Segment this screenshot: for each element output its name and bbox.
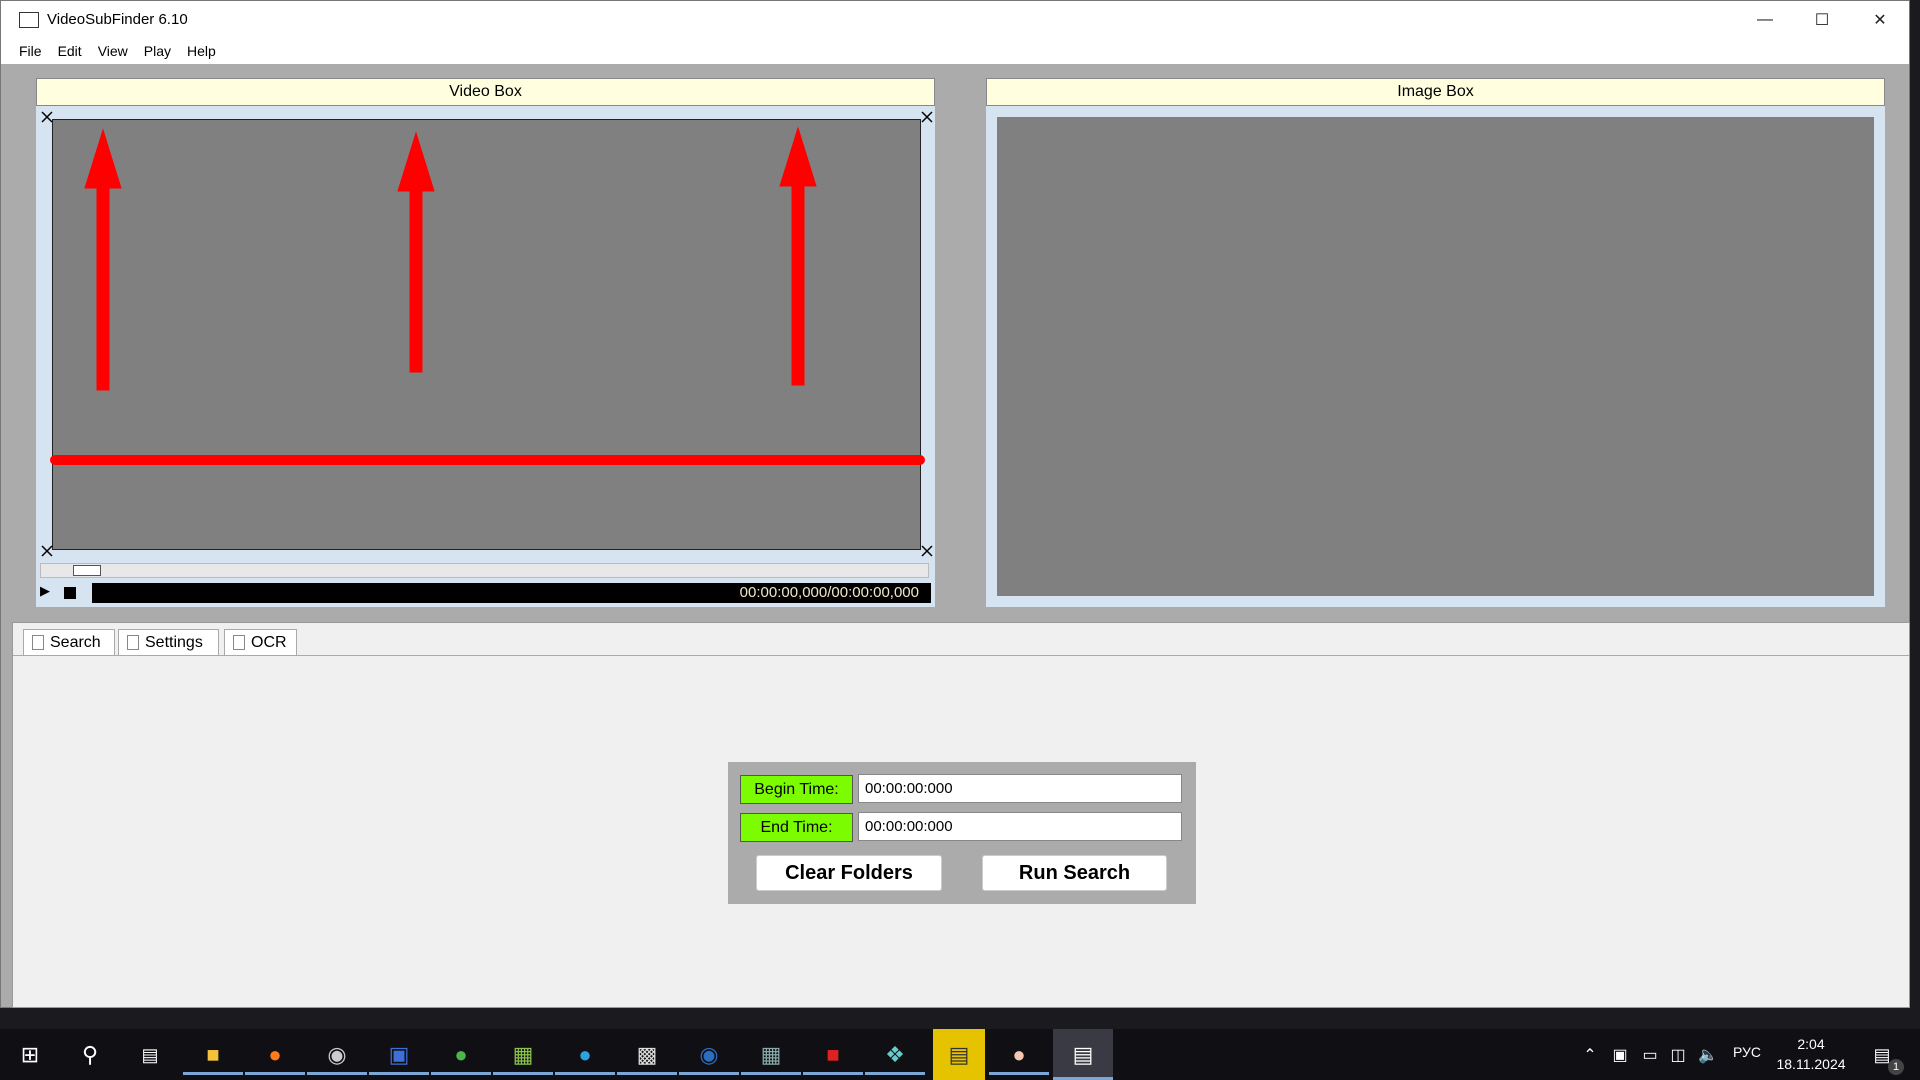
videosubfinder-taskbar-icon[interactable]: ▤: [1053, 1029, 1113, 1080]
language-indicator[interactable]: РУС: [1733, 1044, 1761, 1060]
image-display: [997, 117, 1874, 596]
title-bar: VideoSubFinder 6.10 — ☐ ✕: [1, 1, 1909, 38]
steam-icon[interactable]: ◉: [679, 1035, 739, 1075]
notification-icon[interactable]: ▤ 1: [1862, 1035, 1904, 1075]
document-icon: [127, 635, 139, 650]
video-scrollbar[interactable]: [40, 563, 929, 578]
app-icon[interactable]: ▣: [369, 1035, 429, 1075]
close-button[interactable]: ✕: [1851, 1, 1909, 38]
notepad-icon[interactable]: ▦: [493, 1035, 553, 1075]
menu-edit[interactable]: Edit: [50, 43, 90, 59]
red-arrow: [397, 131, 435, 192]
document-icon: [32, 635, 44, 650]
document-icon: [233, 635, 245, 650]
telegram-icon[interactable]: ●: [555, 1035, 615, 1075]
tab-label: Search: [50, 633, 101, 651]
red-arrow-shaft: [96, 185, 110, 391]
tab-panel: Search Settings OCR Begin Time: End Time…: [12, 622, 1910, 1008]
utorrent-icon[interactable]: ●: [431, 1035, 491, 1075]
taskbar: ⊞ ⚲ ▤ ■ ● ◉ ▣ ● ▦ ● ▩ ◉ ▦ ■ ❖ ▤ ● ▤ ⌃ ▣ …: [0, 1029, 1920, 1080]
red-arrow-shaft: [791, 183, 805, 386]
tab-ocr[interactable]: OCR: [224, 629, 297, 655]
app-window: VideoSubFinder 6.10 — ☐ ✕ File Edit View…: [0, 0, 1910, 1008]
firefox-icon[interactable]: ●: [245, 1035, 305, 1075]
menu-play[interactable]: Play: [136, 43, 179, 59]
search-form: Begin Time: End Time: Clear Folders Run …: [728, 762, 1196, 904]
tab-label: Settings: [145, 633, 203, 651]
obs-icon[interactable]: ◉: [307, 1035, 367, 1075]
tab-settings[interactable]: Settings: [118, 629, 219, 655]
menu-help[interactable]: Help: [179, 43, 224, 59]
image-box: [986, 106, 1885, 607]
annotation-overlay: [41, 111, 933, 557]
minimize-button[interactable]: —: [1736, 1, 1794, 38]
begin-time-label: Begin Time:: [740, 775, 853, 804]
scroll-thumb[interactable]: [73, 565, 101, 576]
video-box-header: Video Box: [36, 78, 935, 106]
volume-icon[interactable]: 🔈: [1688, 1035, 1728, 1075]
terminal-icon[interactable]: ▩: [617, 1035, 677, 1075]
red-arrow: [84, 128, 122, 189]
red-arrow-shaft: [409, 188, 423, 373]
task-view-icon[interactable]: ▤: [130, 1035, 170, 1075]
window-title: VideoSubFinder 6.10: [47, 11, 188, 28]
run-search-button[interactable]: Run Search: [982, 855, 1167, 891]
clock-date: 18.11.2024: [1776, 1056, 1846, 1072]
tab-label: OCR: [251, 633, 287, 651]
play-button[interactable]: ▶: [40, 583, 60, 603]
begin-time-input[interactable]: [858, 774, 1182, 803]
file-explorer-icon[interactable]: ■: [183, 1035, 243, 1075]
menu-view[interactable]: View: [90, 43, 136, 59]
app-icon-active[interactable]: ▤: [933, 1029, 985, 1080]
clock-time: 2:04: [1797, 1036, 1825, 1052]
app-icon[interactable]: ❖: [865, 1035, 925, 1075]
end-time-input[interactable]: [858, 812, 1182, 841]
stop-button[interactable]: [64, 587, 76, 599]
video-box: ▶ 00:00:00,000/00:00:00,000: [36, 106, 935, 607]
search-icon[interactable]: ⚲: [70, 1035, 110, 1075]
clock[interactable]: 2:04 18.11.2024: [1775, 1034, 1847, 1074]
time-display: 00:00:00,000/00:00:00,000: [92, 583, 931, 603]
end-time-label: End Time:: [740, 813, 853, 842]
image-box-header: Image Box: [986, 78, 1885, 106]
menu-bar: File Edit View Play Help: [1, 38, 1909, 64]
calculator-icon[interactable]: ▦: [741, 1035, 801, 1075]
notification-count: 1: [1888, 1059, 1904, 1075]
app-icon: [19, 11, 39, 28]
clear-folders-button[interactable]: Clear Folders: [756, 855, 942, 891]
maximize-button[interactable]: ☐: [1793, 1, 1851, 38]
app-icon[interactable]: ●: [989, 1035, 1049, 1075]
menu-file[interactable]: File: [11, 43, 50, 59]
tab-search[interactable]: Search: [23, 629, 115, 655]
filezilla-icon[interactable]: ■: [803, 1035, 863, 1075]
start-button[interactable]: ⊞: [10, 1035, 50, 1075]
red-arrow: [779, 126, 817, 187]
